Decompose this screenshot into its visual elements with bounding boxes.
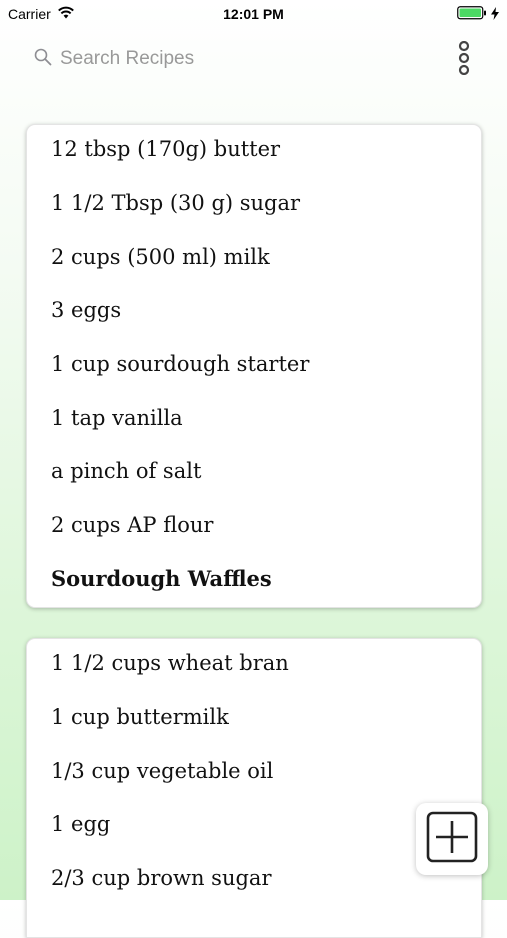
charging-bolt-icon [491, 6, 499, 23]
search-input[interactable] [60, 48, 380, 70]
ingredient-line: 2 cups AP flour [51, 513, 214, 537]
search-bar[interactable] [34, 44, 414, 74]
more-menu-button[interactable] [452, 40, 476, 79]
ingredient-line: a pinch of salt [51, 459, 202, 483]
battery-icon [457, 6, 487, 23]
ingredient-line: 1 tap vanilla [51, 406, 183, 430]
more-vertical-icon [456, 40, 472, 79]
status-bar: Carrier 12:01 PM [0, 0, 507, 28]
ingredient-line: 2 cups (500 ml) milk [51, 245, 270, 269]
ingredient-line: 2/3 cup brown sugar [51, 866, 272, 890]
ingredient-line: 1/3 cup vegetable oil [51, 759, 274, 783]
ingredient-line: 12 tbsp (170g) butter [51, 137, 281, 161]
plus-square-icon [426, 811, 478, 867]
status-right [457, 6, 499, 23]
add-recipe-button[interactable] [416, 803, 488, 875]
recipe-title: Sourdough Waffles [51, 566, 272, 591]
status-time: 12:01 PM [223, 6, 284, 22]
ingredient-line: 1 1/2 cups wheat bran [51, 651, 289, 675]
ingredient-line: 1 egg [51, 812, 111, 836]
recipe-card[interactable]: 1 1/2 cups wheat bran 1 cup buttermilk 1… [26, 638, 482, 938]
ingredient-line: 3 eggs [51, 298, 122, 322]
recipe-card[interactable]: 12 tbsp (170g) butter 1 1/2 Tbsp (30 g) … [26, 124, 482, 608]
ingredient-line: 1 cup buttermilk [51, 705, 229, 729]
search-icon [34, 48, 52, 70]
ingredient-line: 1 cup sourdough starter [51, 352, 310, 376]
ingredient-line: 1 1/2 Tbsp (30 g) sugar [51, 191, 301, 215]
